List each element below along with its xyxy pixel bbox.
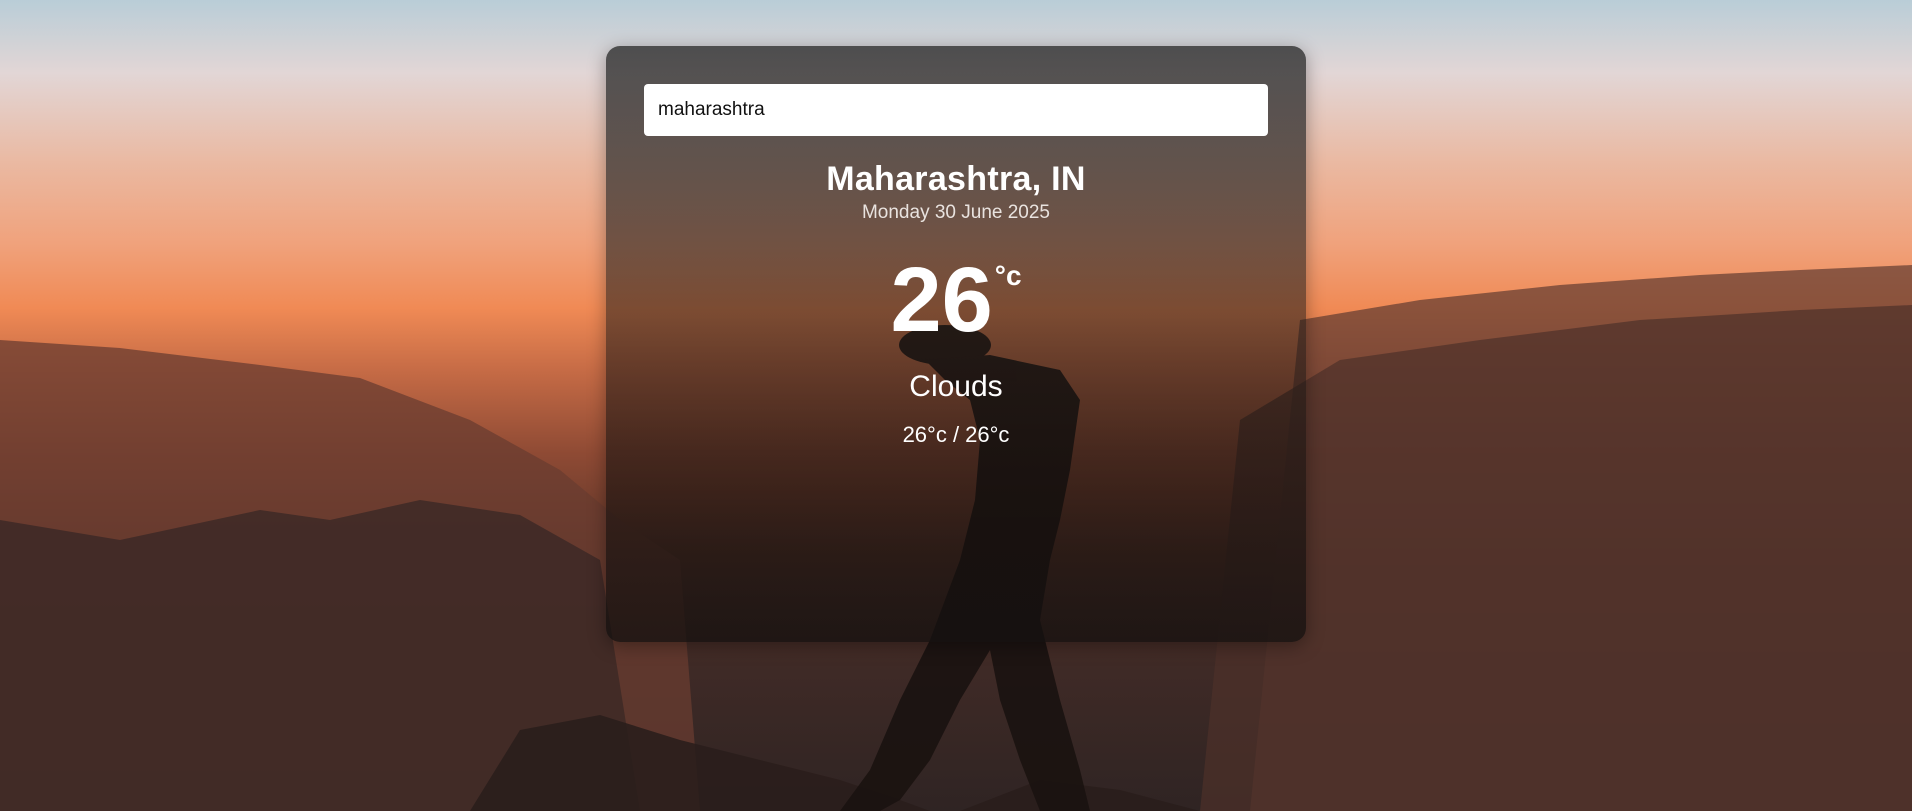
- hi-lo-temperature: 26°c / 26°c: [902, 422, 1010, 447]
- weather-card: Maharashtra, IN Monday 30 June 2025 26°c…: [606, 46, 1306, 642]
- temperature-unit: °c: [994, 260, 1022, 291]
- temperature-value: 26: [890, 249, 993, 351]
- temperature-display: 26°c: [606, 254, 1306, 346]
- weather-condition: Clouds: [909, 370, 1003, 403]
- location-title: Maharashtra, IN: [826, 160, 1086, 198]
- date-label: Monday 30 June 2025: [861, 202, 1051, 223]
- search-input[interactable]: [644, 84, 1268, 136]
